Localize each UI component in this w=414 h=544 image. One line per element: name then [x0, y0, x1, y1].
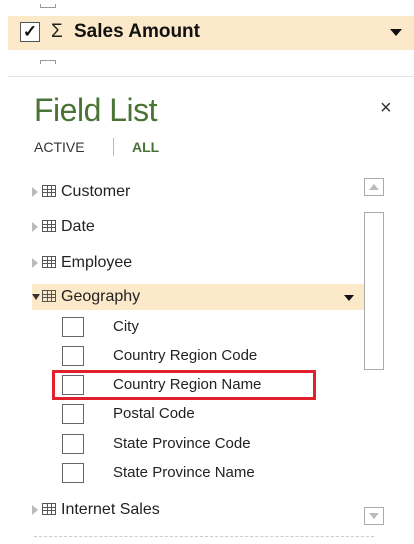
- tab-all[interactable]: ALL: [132, 139, 159, 155]
- field-row-postal-code[interactable]: Postal Code: [62, 401, 312, 427]
- scroll-down-button[interactable]: [364, 507, 384, 525]
- table-label: Geography: [61, 288, 141, 305]
- field-row-city[interactable]: City: [62, 314, 312, 340]
- field-row-country-region-code[interactable]: Country Region Code: [62, 343, 312, 369]
- scroll-up-button[interactable]: [364, 178, 384, 196]
- table-row-geography[interactable]: Geography: [32, 284, 364, 310]
- well-item-stub-below: [40, 60, 56, 64]
- table-label: Customer: [61, 183, 131, 200]
- values-well-item-sales-amount[interactable]: ✓ Σ Sales Amount: [8, 16, 414, 50]
- tab-active[interactable]: ACTIVE: [34, 139, 85, 155]
- close-icon[interactable]: ×: [380, 97, 392, 120]
- field-checkbox[interactable]: [62, 346, 84, 366]
- scrollbar-thumb[interactable]: [364, 212, 384, 370]
- field-label: State Province Code: [113, 435, 251, 452]
- expand-icon[interactable]: [32, 222, 38, 232]
- chevron-down-icon[interactable]: [390, 29, 402, 36]
- table-icon: [42, 290, 56, 302]
- sales-amount-checkbox[interactable]: ✓: [20, 22, 40, 42]
- tab-divider: [113, 138, 114, 156]
- well-item-stub-above: [40, 4, 56, 8]
- table-icon: [42, 503, 56, 515]
- field-label: State Province Name: [113, 464, 255, 481]
- table-icon: [42, 220, 56, 232]
- field-row-state-province-name[interactable]: State Province Name: [62, 460, 312, 486]
- collapse-icon[interactable]: [32, 294, 40, 300]
- table-label: Internet Sales: [61, 501, 160, 518]
- field-checkbox[interactable]: [62, 404, 84, 424]
- table-label: Date: [61, 218, 95, 235]
- field-label: City: [113, 318, 139, 335]
- field-checkbox[interactable]: [62, 434, 84, 454]
- table-icon: [42, 256, 56, 268]
- field-row-state-province-code[interactable]: State Province Code: [62, 431, 312, 457]
- table-label: Employee: [61, 254, 133, 271]
- expand-icon[interactable]: [32, 258, 38, 268]
- table-icon: [42, 185, 56, 197]
- bottom-divider: [34, 536, 374, 537]
- expand-icon[interactable]: [32, 187, 38, 197]
- sum-icon: Σ: [51, 21, 63, 42]
- field-label: Postal Code: [113, 405, 195, 422]
- highlight-box: [52, 370, 316, 400]
- field-label: Country Region Code: [113, 347, 258, 364]
- field-checkbox[interactable]: [62, 317, 84, 337]
- panel-divider: [8, 76, 414, 77]
- field-list-title: Field List: [34, 92, 158, 128]
- field-checkbox[interactable]: [62, 463, 84, 483]
- expand-icon[interactable]: [32, 505, 38, 515]
- sales-amount-label: Sales Amount: [74, 21, 200, 42]
- chevron-down-icon[interactable]: [344, 295, 354, 301]
